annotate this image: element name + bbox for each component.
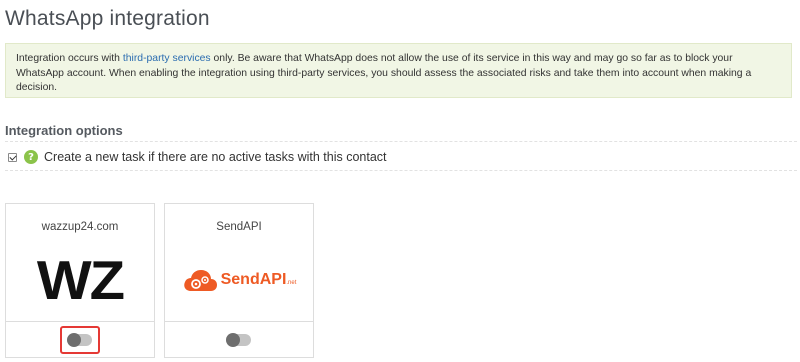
- provider-card-footer: [6, 321, 154, 357]
- cloud-gear-icon: [183, 270, 217, 291]
- create-task-label: Create a new task if there are no active…: [44, 150, 387, 164]
- provider-card-footer: [165, 321, 313, 357]
- help-icon[interactable]: ?: [24, 150, 38, 164]
- toggle-knob: [67, 332, 81, 347]
- wazzup24-logo: WZ: [6, 249, 154, 311]
- option-divider: [5, 170, 797, 171]
- sendapi-enable-toggle[interactable]: [226, 332, 251, 347]
- sendapi-net-suffix: .net: [286, 280, 297, 286]
- page-title: WhatsApp integration: [5, 7, 210, 30]
- provider-card-sendapi: SendAPI SendAPI.net: [164, 203, 314, 358]
- provider-card-wazzup24: wazzup24.com WZ: [5, 203, 155, 358]
- provider-name: wazzup24.com: [41, 221, 119, 233]
- toggle-knob: [226, 332, 240, 347]
- integration-options-title: Integration options: [5, 123, 123, 138]
- toggle-highlight-box: [60, 325, 100, 354]
- wz-logo-text: WZ: [36, 249, 125, 311]
- wazzup24-enable-toggle[interactable]: [67, 332, 92, 347]
- sendapi-wordmark: SendAPI: [220, 271, 287, 288]
- whatsapp-integration-page: WhatsApp integration Integration occurs …: [0, 0, 800, 362]
- provider-name: SendAPI: [216, 221, 262, 233]
- warning-notice: Integration occurs with third-party serv…: [5, 43, 792, 98]
- sendapi-logo-wrap: SendAPI.net: [182, 267, 297, 293]
- notice-text-start: Integration occurs with: [16, 53, 123, 64]
- create-task-option[interactable]: ? Create a new task if there are no acti…: [8, 148, 387, 166]
- sendapi-logo: SendAPI.net: [165, 250, 313, 310]
- section-divider: [5, 141, 797, 142]
- third-party-services-link[interactable]: third-party services: [123, 53, 211, 64]
- sendapi-logo-text: SendAPI.net: [221, 271, 297, 289]
- create-task-checkbox[interactable]: [8, 152, 17, 162]
